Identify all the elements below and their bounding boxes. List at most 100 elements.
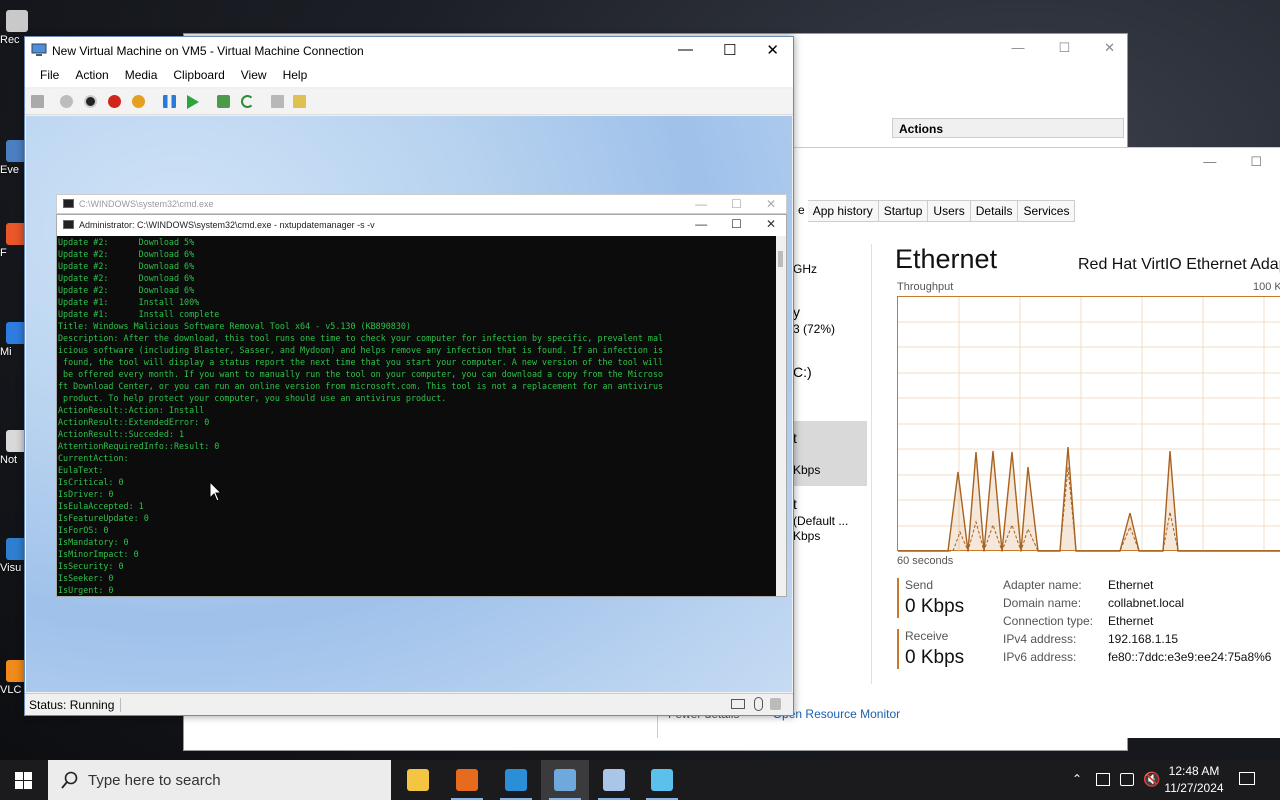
ctrl-alt-del-icon[interactable] [31,95,44,108]
menu-help[interactable]: Help [283,65,316,87]
search-placeholder: Type here to search [88,772,221,789]
maximize-button[interactable]: ☐ [731,197,742,211]
maximize-button[interactable]: ☐ [731,217,742,231]
page-title: Ethernet [895,244,998,274]
console-line: icious software (including Blaster, Sass… [58,345,664,355]
tab-details[interactable]: Details [970,200,1019,222]
taskbar-app[interactable] [443,760,491,800]
taskbar-app[interactable] [590,760,638,800]
minimize-button[interactable]: — [695,217,707,231]
menu-action[interactable]: Action [75,65,116,87]
tab-performance-edge[interactable]: e [793,200,808,222]
console-line: ActionResult::ExtendedError: 0 [58,417,210,427]
console-line: Update #2: Download 6% [58,285,195,295]
cmd-window-background: C:\WINDOWS\system32\cmd.exe — ☐ ✕ [56,194,787,214]
file-explorer-icon [407,769,429,791]
checkpoint-icon[interactable] [217,95,230,108]
console-line: ActionResult::Succeded: 1 [58,429,185,439]
minimize-button[interactable]: — [695,197,707,211]
property-row: Adapter name: Ethernet [1003,578,1271,596]
usb-icon[interactable] [1120,773,1134,786]
turn-off-icon[interactable] [84,95,97,108]
menu-file[interactable]: File [40,65,67,87]
console-line: IsMinorImpact: 0 [58,549,139,559]
console-line: Update #1: Install 100% [58,297,200,307]
keyboard-icon [731,699,745,709]
taskbar-app[interactable] [638,760,686,800]
property-row: Connection type: Ethernet [1003,614,1271,632]
close-button[interactable]: ✕ [766,197,776,211]
firefox-icon [456,769,478,791]
caption-buttons: — ☐ ✕ [1011,40,1115,56]
menu-media[interactable]: Media [125,65,166,87]
close-button[interactable]: ✕ [1104,40,1115,56]
power-icon[interactable] [132,95,145,108]
console-line: IsDriver: 0 [58,489,114,499]
show-hidden-icons-icon[interactable]: ⌃ [1072,772,1082,786]
start-icon[interactable] [60,95,73,108]
vm-display[interactable]: C:\WINDOWS\system32\cmd.exe — ☐ ✕ Admini… [26,116,792,692]
sidebar-memory[interactable]: y [793,304,800,320]
revert-icon[interactable] [241,95,254,108]
console-line: Update #2: Download 6% [58,273,195,283]
tab-users[interactable]: Users [928,200,971,222]
property-key: Adapter name: [1003,578,1082,592]
resume-icon[interactable] [187,95,199,109]
tab-services[interactable]: Services [1018,200,1076,222]
minimize-button[interactable]: — [1203,154,1216,170]
clock-time: 12:48 AM [1168,764,1220,778]
network-icon[interactable] [1096,773,1110,786]
minimize-button[interactable]: — [1011,40,1024,56]
console-line: Update #2: Download 5% [58,237,195,247]
scrollbar[interactable] [776,236,786,596]
notifications-icon[interactable] [1239,772,1255,785]
sidebar-cpu-speed[interactable]: GHz [793,262,817,276]
console-line: ActionResult::Action: Install [58,405,205,415]
volume-muted-icon[interactable]: 🔇 [1143,771,1160,788]
status-bar: Status: Running [25,693,793,715]
share-icon[interactable] [293,95,306,108]
console-output[interactable]: Update #2: Download 5% Update #2: Downlo… [57,236,777,596]
search-box[interactable]: Type here to search [48,760,391,800]
taskbar-app[interactable] [541,760,589,800]
throughput-max: 100 K [1253,281,1280,293]
maximize-button[interactable]: ☐ [1250,154,1262,170]
console-line: IsFeatureUpdate: 0 [58,513,149,523]
send-line [898,446,1280,552]
sidebar-ethernet-2-rate[interactable]: Kbps [793,529,820,543]
console-line: product. To help protect your computer, … [63,393,447,403]
vm-title-bar: New Virtual Machine on VM5 - Virtual Mac… [25,37,793,65]
close-button[interactable]: ✕ [766,217,776,231]
menu-view[interactable]: View [241,65,275,87]
pause-icon[interactable] [163,95,176,108]
taskbar-app[interactable] [394,760,442,800]
tab-startup[interactable]: Startup [878,200,929,222]
cmd-back-title: C:\WINDOWS\system32\cmd.exe [79,199,214,209]
console-line: Title: Windows Malicious Software Remova… [58,321,411,331]
toolbar [25,89,793,115]
vm-monitor-icon [31,43,47,56]
console-line: IsSeeker: 0 [58,573,114,583]
menu-clipboard[interactable]: Clipboard [173,65,232,87]
clock[interactable]: 12:48 AM 11/27/2024 [1163,763,1225,797]
sidebar-memory-pct[interactable]: 3 (72%) [793,322,835,336]
maximize-button[interactable]: ☐ [723,41,736,59]
sidebar-ethernet-default[interactable]: (Default ... [793,514,848,528]
shutdown-icon[interactable] [108,95,121,108]
receive-block: Receive 0 Kbps [897,629,964,669]
sidebar-disk[interactable]: C:) [793,364,812,380]
taskbar: Type here to search ⌃ 🔇 12:48 AM 11/27/2… [0,760,1280,800]
close-button[interactable]: ✕ [766,41,779,59]
enhanced-session-icon[interactable] [271,95,284,108]
start-button[interactable] [0,760,48,800]
scrollbar-thumb[interactable] [778,251,783,267]
minimize-button[interactable]: — [678,41,693,59]
vm-window-title: New Virtual Machine on VM5 - Virtual Mac… [52,44,364,58]
sidebar-ethernet-rate[interactable]: Kbps [793,463,820,477]
lock-icon [770,698,781,710]
maximize-button[interactable]: ☐ [1058,40,1070,56]
caption-buttons: — ☐ ✕ [695,217,776,231]
tab-app-history[interactable]: App history [807,200,879,222]
taskbar-app[interactable] [492,760,540,800]
property-value: collabnet.local [1108,596,1185,610]
